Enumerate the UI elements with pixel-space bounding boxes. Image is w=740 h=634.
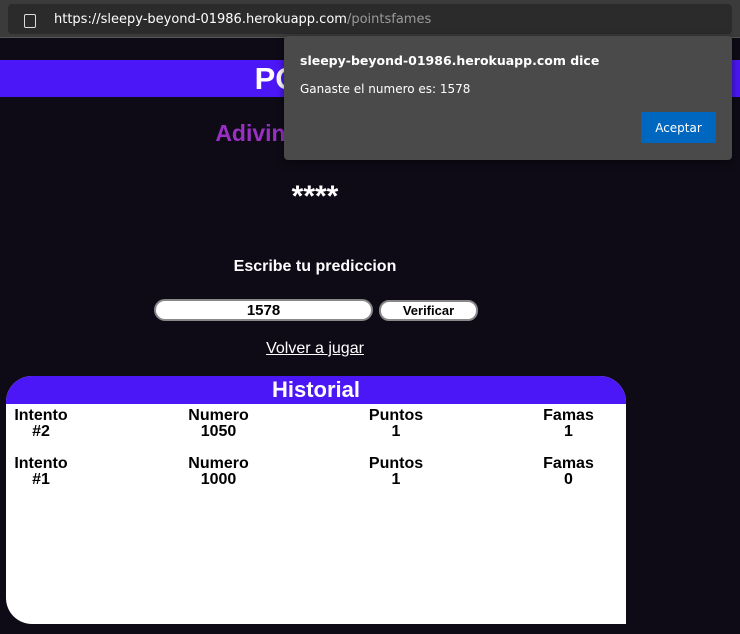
accept-button[interactable]: Aceptar <box>641 112 716 143</box>
replay-link[interactable]: Volver a jugar <box>0 340 630 358</box>
history-title: Historial <box>6 376 626 404</box>
cell-value: 1000 <box>200 471 237 488</box>
browser-toolbar: https://sleepy-beyond-01986.herokuapp.co… <box>0 0 740 38</box>
cell-value: 0 <box>564 471 573 488</box>
url-path: /pointsfames <box>346 11 432 27</box>
cell-header: Numero <box>188 455 249 472</box>
cell-header: Puntos <box>368 407 424 424</box>
history-cell: Famas 0 <box>511 456 626 488</box>
history-cell: Puntos 1 <box>336 456 456 488</box>
history-cell: Intento #2 <box>6 408 76 440</box>
url-host: https://sleepy-beyond-01986.herokuapp.co… <box>54 11 347 27</box>
address-bar[interactable]: https://sleepy-beyond-01986.herokuapp.co… <box>8 4 732 34</box>
cell-header: Famas <box>543 407 594 424</box>
dialog-message: Ganaste el numero es: 1578 <box>300 82 471 96</box>
hidden-number: **** <box>291 180 339 213</box>
cell-header: Puntos <box>368 455 424 472</box>
history-panel: Historial Intento #2 Numero 1050 Puntos 1 Fama… <box>6 376 626 624</box>
cell-value: #1 <box>32 471 50 488</box>
cell-value: 1 <box>391 423 401 440</box>
cell-value: #2 <box>32 423 50 440</box>
dialog-title: sleepy-beyond-01986.herokuapp.com dice <box>300 53 600 68</box>
history-cell: Numero 1000 <box>156 456 281 488</box>
cell-header: Intento <box>14 407 68 424</box>
cell-value: 1050 <box>200 423 237 440</box>
cell-header: Numero <box>188 407 249 424</box>
verify-button[interactable]: Verificar <box>379 300 478 321</box>
history-row: Intento #1 Numero 1000 Puntos 1 Famas 0 <box>6 456 626 490</box>
history-cell: Intento #1 <box>6 456 76 488</box>
lock-icon[interactable] <box>24 14 36 28</box>
cell-value: 1 <box>564 423 573 440</box>
history-cell: Puntos 1 <box>336 408 456 440</box>
alert-dialog: sleepy-beyond-01986.herokuapp.com dice G… <box>284 36 732 160</box>
history-row: Intento #2 Numero 1050 Puntos 1 Famas 1 <box>6 408 626 442</box>
history-cell: Numero 1050 <box>156 408 281 440</box>
cell-header: Intento <box>14 455 68 472</box>
cell-header: Famas <box>543 455 594 472</box>
guess-input[interactable] <box>154 299 373 321</box>
prompt-label: Escribe tu prediccion <box>233 258 397 275</box>
cell-value: 1 <box>391 471 401 488</box>
history-cell: Famas 1 <box>511 408 626 440</box>
